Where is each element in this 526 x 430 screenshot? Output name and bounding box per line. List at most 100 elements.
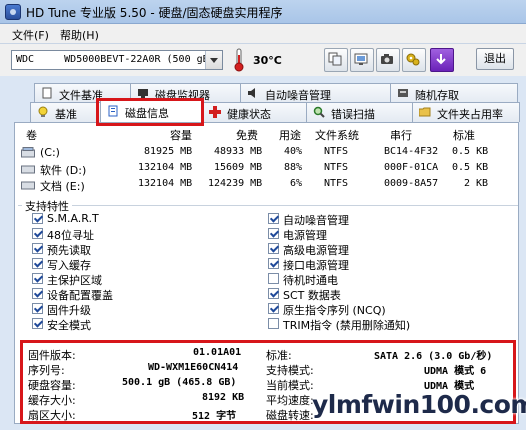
checkbox[interactable]: [32, 258, 43, 269]
volume-capacity: 132104 MB: [138, 162, 193, 173]
checkbox[interactable]: [268, 228, 279, 239]
info-label: 标准:: [266, 349, 292, 362]
info-label: 支持模式:: [266, 364, 314, 377]
feature-label: 48位寻址: [47, 229, 94, 242]
feature-label: 设备配置覆盖: [47, 289, 113, 302]
volume-usage: 6%: [290, 178, 303, 189]
info-label: 扇区大小:: [28, 409, 76, 422]
checkbox[interactable]: [268, 213, 279, 224]
volume-filesystem: NTFS: [324, 146, 349, 157]
checkbox[interactable]: [268, 318, 279, 329]
info-label: 当前模式:: [266, 379, 314, 392]
column-header-free[interactable]: 免费: [236, 127, 258, 143]
lightbulb-icon: [38, 106, 48, 117]
volume-name: 软件 (D:): [40, 164, 87, 177]
tab-label: 随机存取: [415, 89, 459, 102]
tab-label: 自动噪音管理: [265, 89, 331, 102]
table-row[interactable]: 软件 (D:) 132104 MB 15609 MB 88% NTFS 000F…: [20, 161, 514, 177]
volume-usage: 88%: [284, 162, 303, 173]
checkbox[interactable]: [32, 303, 43, 314]
download-button[interactable]: [430, 48, 454, 72]
volume-serial: 000F-01CA: [384, 162, 439, 173]
volume-free: 48933 MB: [214, 146, 263, 157]
checkbox[interactable]: [268, 303, 279, 314]
checkbox[interactable]: [32, 318, 43, 329]
tab-error-scan[interactable]: 错误扫描: [306, 102, 414, 122]
info-label: 磁盘转速:: [266, 409, 314, 422]
exit-button[interactable]: 退出: [476, 48, 514, 70]
drive-icon: [21, 181, 35, 190]
checkbox[interactable]: [268, 288, 279, 299]
checkbox[interactable]: [32, 213, 43, 224]
info-label: 硬盘容量:: [28, 379, 76, 392]
tab-noise-management[interactable]: 自动噪音管理: [240, 83, 392, 103]
feature-label: 自动噪音管理: [283, 214, 349, 227]
feature-label: SCT 数据表: [283, 289, 341, 302]
checkbox[interactable]: [32, 228, 43, 239]
drive-select-value: WDC WD5000BEVT-22A0R (500 gB): [16, 54, 215, 65]
tab-health[interactable]: 健康状态: [202, 102, 308, 122]
disk-icon: [398, 89, 408, 97]
info-row: 序列号: WD-WXM1E60CN414 支持模式: UDMA 模式 6: [28, 362, 512, 378]
checkbox[interactable]: [268, 273, 279, 284]
volume-name: (C:): [40, 146, 60, 159]
camera-button[interactable]: [376, 48, 400, 72]
health-cross-icon: [209, 106, 221, 118]
column-header-volume[interactable]: 卷: [26, 127, 37, 143]
tab-folder-usage[interactable]: 文件夹占用率: [412, 102, 520, 122]
chevron-down-icon[interactable]: [205, 51, 222, 69]
volume-usage: 40%: [284, 146, 303, 157]
feature-label: 写入缓存: [47, 259, 91, 272]
info-label: 平均速度:: [266, 394, 314, 407]
feature-label: 安全模式: [47, 319, 91, 332]
table-row[interactable]: (C:) 81925 MB 48933 MB 40% NTFS BC14-4F3…: [20, 145, 514, 161]
info-label: 序列号:: [28, 364, 65, 377]
column-header-capacity[interactable]: 容量: [170, 127, 192, 143]
column-header-block[interactable]: 标准: [453, 127, 475, 143]
feature-label: 固件升级: [47, 304, 91, 317]
feature-label: 主保护区域: [47, 274, 102, 287]
info-row: 固件版本: 01.01A01 标准: SATA 2.6 (3.0 Gb/秒): [28, 347, 512, 363]
info-value: WD-WXM1E60CN414: [148, 362, 239, 373]
checkbox[interactable]: [32, 243, 43, 254]
volume-capacity: 132104 MB: [138, 178, 193, 189]
settings-icon: [406, 53, 420, 66]
folder-icon: [419, 107, 431, 117]
checkbox[interactable]: [268, 243, 279, 254]
tab-random-access[interactable]: 随机存取: [390, 83, 518, 103]
feature-label: TRIM指令 (禁用删除通知): [283, 319, 411, 332]
column-header-filesystem[interactable]: 文件系统: [315, 127, 359, 143]
menu-help[interactable]: 帮助(H): [60, 27, 99, 43]
speaker-icon: [248, 88, 255, 98]
drive-icon: [21, 147, 35, 158]
drive-select[interactable]: WDC WD5000BEVT-22A0R (500 gB): [11, 50, 223, 70]
menu-file[interactable]: 文件(F): [12, 27, 49, 43]
camera-icon: [381, 54, 393, 64]
table-row[interactable]: 文档 (E:) 132104 MB 124239 MB 6% NTFS 0009…: [20, 177, 514, 193]
tab-benchmark[interactable]: 基准: [30, 102, 102, 122]
magnifier-icon: [313, 106, 325, 118]
copy-button[interactable]: [324, 48, 348, 72]
feature-label: 高级电源管理: [283, 244, 349, 257]
screenshot-icon: [354, 53, 368, 65]
checkbox[interactable]: [32, 288, 43, 299]
settings-button[interactable]: [402, 48, 426, 72]
window-title: HD Tune 专业版 5.50 - 硬盘/固态硬盘实用程序: [26, 6, 283, 20]
feature-label: 预先读取: [47, 244, 91, 257]
checkbox[interactable]: [32, 273, 43, 284]
feature-label: 待机时通电: [283, 274, 338, 287]
volume-name: 文档 (E:): [40, 180, 85, 193]
volume-serial: 0009-8A57: [384, 178, 439, 189]
volume-capacity: 81925 MB: [144, 146, 193, 157]
volume-block: 0.5 KB: [452, 162, 489, 173]
app-icon: [5, 4, 21, 20]
checkbox[interactable]: [268, 258, 279, 269]
volume-filesystem: NTFS: [324, 178, 349, 189]
tab-label: 健康状态: [227, 108, 271, 121]
column-header-usage[interactable]: 用途: [279, 127, 301, 143]
volume-free: 124239 MB: [208, 178, 263, 189]
screenshot-button[interactable]: [350, 48, 374, 72]
tab-label: 文件夹占用率: [437, 108, 503, 121]
file-icon: [42, 87, 52, 99]
column-header-serial[interactable]: 串行: [390, 127, 412, 143]
